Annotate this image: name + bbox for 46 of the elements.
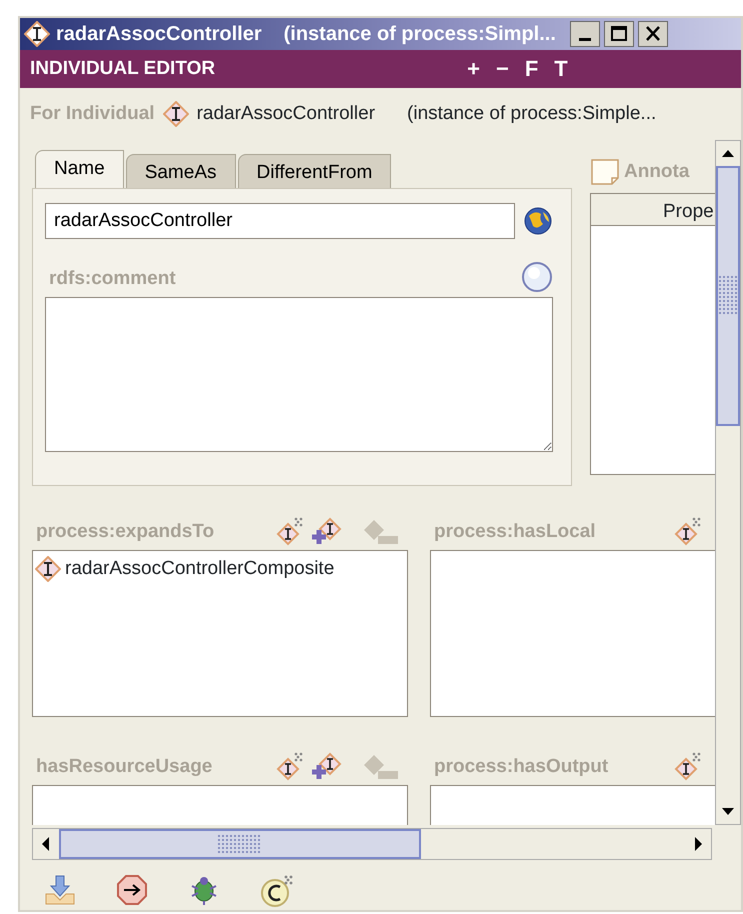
individual-type: (instance of process:Simple...: [407, 102, 656, 126]
circle-icon[interactable]: [521, 261, 553, 293]
close-button[interactable]: [638, 21, 668, 47]
individual-name: radarAssocController: [196, 102, 376, 126]
property-label: process:expandsTo: [36, 520, 216, 544]
individual-icon: [162, 101, 189, 127]
table-header: Prope: [591, 194, 715, 226]
add-instance-icon[interactable]: [310, 516, 344, 546]
create-instance-icon[interactable]: [674, 751, 702, 781]
create-instance-icon[interactable]: [674, 516, 702, 546]
horizontal-scrollbar[interactable]: [32, 828, 712, 860]
globe-icon[interactable]: [523, 206, 553, 236]
annotations-label: Annota: [624, 160, 690, 184]
individual-icon: [24, 21, 50, 47]
create-instance-icon[interactable]: [276, 751, 304, 781]
minimize-button[interactable]: [570, 21, 600, 47]
add-instance-icon[interactable]: [310, 751, 344, 781]
property-label: process:hasOutput: [434, 754, 610, 778]
window-subtitle: (instance of process:Simpl...: [284, 22, 556, 47]
header-button[interactable]: −: [488, 58, 517, 80]
for-individual-label: For Individual: [30, 102, 155, 126]
grip-icon: [719, 276, 737, 316]
tab[interactable]: DifferentFrom: [238, 154, 392, 188]
header-button[interactable]: F: [516, 58, 546, 80]
tab[interactable]: SameAs: [126, 154, 236, 188]
grip-icon: [218, 835, 262, 853]
tab[interactable]: Name: [35, 150, 124, 188]
property-label: hasResourceUsage: [36, 754, 214, 778]
window-title: radarAssocController: [56, 22, 262, 47]
note-icon: [590, 158, 620, 186]
create-instance-icon[interactable]: [276, 516, 304, 546]
name-field[interactable]: radarAssocController: [45, 203, 515, 239]
comment-label: rdfs:comment: [49, 266, 176, 290]
scroll-thumb[interactable]: [716, 166, 740, 426]
arrow-stop-icon[interactable]: [116, 874, 148, 906]
header-title: INDIVIDUAL EDITOR: [30, 56, 216, 81]
list-item[interactable]: radarAssocControllerComposite: [65, 555, 334, 584]
download-icon[interactable]: [44, 874, 76, 906]
scroll-thumb[interactable]: [59, 829, 421, 859]
header-button[interactable]: T: [546, 58, 576, 80]
property-label: process:hasLocal: [434, 520, 597, 544]
vertical-scrollbar[interactable]: [715, 140, 741, 825]
individual-icon: [35, 556, 61, 582]
maximize-button[interactable]: [604, 21, 634, 47]
create-class-icon[interactable]: [260, 874, 294, 908]
header-button[interactable]: +: [459, 58, 488, 80]
